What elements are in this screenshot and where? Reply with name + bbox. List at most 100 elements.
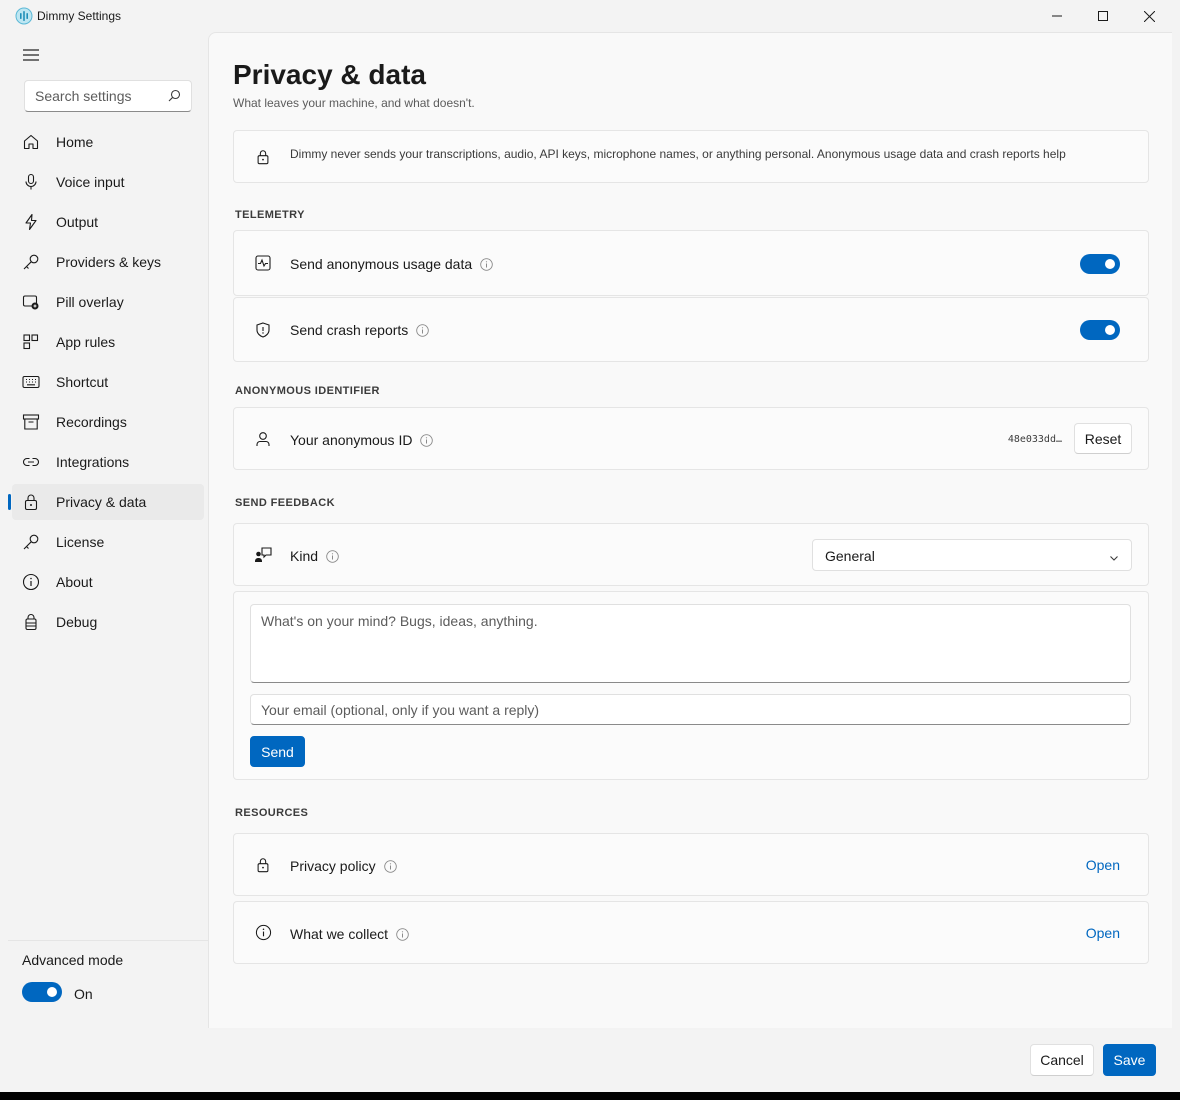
sidebar-item-voice-input[interactable]: Voice input — [12, 164, 204, 200]
keyboard-icon — [22, 373, 40, 391]
link-icon — [22, 453, 40, 471]
key-icon — [22, 533, 40, 551]
toggle-knob — [47, 987, 57, 997]
what-we-collect-row: What we collect Open — [233, 901, 1149, 964]
anonymous-id-label: Your anonymous ID — [290, 432, 434, 448]
sidebar-item-label: Home — [56, 134, 94, 150]
sidebar-item-debug[interactable]: Debug — [12, 604, 204, 640]
person-icon — [254, 430, 272, 448]
divider — [8, 940, 208, 941]
usage-data-row: Send anonymous usage data — [233, 230, 1149, 296]
crash-reports-toggle[interactable] — [1080, 320, 1120, 340]
sidebar-item-pill-overlay[interactable]: Pill overlay — [12, 284, 204, 320]
activity-icon — [254, 254, 272, 272]
hamburger-icon — [23, 49, 39, 61]
minimize-button[interactable] — [1034, 0, 1080, 32]
sidebar-item-label: Debug — [56, 614, 98, 630]
title-bar: Dimmy Settings — [0, 0, 1180, 32]
section-heading-identifier: ANONYMOUS IDENTIFIER — [235, 385, 380, 397]
page-title: Privacy & data — [233, 59, 426, 90]
feedback-kind-value: General — [825, 548, 875, 564]
crash-reports-text: Send crash reports — [290, 322, 409, 338]
sidebar-item-home[interactable]: Home — [12, 124, 204, 160]
sidebar-item-label: App rules — [56, 334, 116, 350]
anonymous-id-value: 48e033dd… — [1007, 434, 1062, 445]
sidebar-item-label: Integrations — [56, 454, 130, 470]
menu-toggle-button[interactable] — [20, 46, 42, 64]
what-we-collect-label: What we collect — [290, 926, 409, 942]
sidebar-item-license[interactable]: License — [12, 524, 204, 560]
feedback-kind-label: Kind — [290, 548, 339, 564]
privacy-notice-card: Dimmy never sends your transcriptions, a… — [233, 130, 1149, 183]
lock-icon — [254, 148, 272, 166]
main-content: Privacy & data What leaves your machine,… — [208, 32, 1172, 1028]
key-icon — [22, 253, 40, 271]
privacy-policy-row: Privacy policy Open — [233, 833, 1149, 896]
sidebar-item-recordings[interactable]: Recordings — [12, 404, 204, 440]
search-box — [24, 80, 192, 112]
anonymous-id-text: Your anonymous ID — [290, 432, 413, 448]
settings-window: Dimmy Settings Home V — [0, 0, 1180, 1092]
crash-reports-label: Send crash reports — [290, 322, 430, 338]
sidebar-item-label: Pill overlay — [56, 294, 124, 310]
sidebar-item-label: Privacy & data — [56, 494, 147, 510]
reset-id-button[interactable]: Reset — [1074, 423, 1132, 454]
sidebar: Home Voice input Output Providers & keys… — [8, 32, 208, 1032]
maximize-button[interactable] — [1080, 0, 1126, 32]
section-heading-feedback: SEND FEEDBACK — [235, 497, 335, 509]
sidebar-item-app-rules[interactable]: App rules — [12, 324, 204, 360]
sidebar-item-label: License — [56, 534, 105, 550]
what-we-collect-open-link[interactable]: Open — [1086, 925, 1120, 941]
advanced-mode-toggle[interactable] — [22, 982, 62, 1002]
privacy-policy-label: Privacy policy — [290, 858, 397, 874]
advanced-mode-label: Advanced mode — [22, 952, 124, 968]
sidebar-item-providers-keys[interactable]: Providers & keys — [12, 244, 204, 280]
send-feedback-button[interactable]: Send — [250, 736, 305, 767]
feedback-kind-select[interactable]: General — [812, 539, 1132, 571]
sidebar-item-label: Shortcut — [56, 374, 109, 390]
window-title: Dimmy Settings — [37, 9, 122, 23]
feedback-email-input[interactable] — [250, 694, 1131, 725]
sidebar-nav: Home Voice input Output Providers & keys… — [8, 124, 204, 644]
usage-data-toggle[interactable] — [1080, 254, 1120, 274]
info-icon[interactable] — [326, 549, 339, 563]
usage-data-label: Send anonymous usage data — [290, 256, 493, 272]
sidebar-item-about[interactable]: About — [12, 564, 204, 600]
advanced-mode-state: On — [74, 986, 93, 1002]
sidebar-item-label: Recordings — [56, 414, 127, 430]
lock-icon — [254, 856, 272, 874]
chevron-down-icon — [1109, 550, 1119, 568]
feedback-form-card: Send — [233, 591, 1149, 780]
sidebar-item-privacy-data[interactable]: Privacy & data — [8, 484, 204, 520]
info-icon[interactable] — [383, 859, 397, 873]
page-subtitle: What leaves your machine, and what doesn… — [233, 96, 475, 110]
sidebar-item-label: About — [56, 574, 93, 590]
save-button[interactable]: Save — [1103, 1044, 1156, 1076]
info-icon[interactable] — [396, 927, 409, 941]
app-rules-icon — [22, 333, 40, 351]
search-input[interactable] — [35, 87, 155, 105]
archive-icon — [22, 413, 40, 431]
app-logo-icon — [15, 7, 33, 25]
section-heading-telemetry: TELEMETRY — [235, 209, 305, 221]
feedback-icon — [254, 546, 272, 564]
sidebar-item-label: Output — [56, 214, 99, 230]
info-icon — [22, 573, 40, 591]
lock-icon — [22, 493, 40, 511]
info-icon[interactable] — [480, 257, 493, 271]
sidebar-item-integrations[interactable]: Integrations — [12, 444, 204, 480]
shield-icon — [254, 321, 272, 339]
search-icon[interactable] — [168, 89, 181, 107]
info-icon[interactable] — [416, 323, 430, 337]
sidebar-item-label: Providers & keys — [56, 254, 162, 270]
cancel-button[interactable]: Cancel — [1030, 1044, 1094, 1076]
sidebar-item-shortcut[interactable]: Shortcut — [12, 364, 204, 400]
privacy-policy-open-link[interactable]: Open — [1086, 857, 1120, 873]
feedback-message-input[interactable] — [250, 604, 1131, 683]
sidebar-item-label: Voice input — [56, 174, 125, 190]
info-icon — [254, 923, 272, 941]
close-button[interactable] — [1126, 0, 1172, 32]
sidebar-item-output[interactable]: Output — [12, 204, 204, 240]
toggle-knob — [1105, 325, 1115, 335]
info-icon[interactable] — [420, 433, 434, 447]
